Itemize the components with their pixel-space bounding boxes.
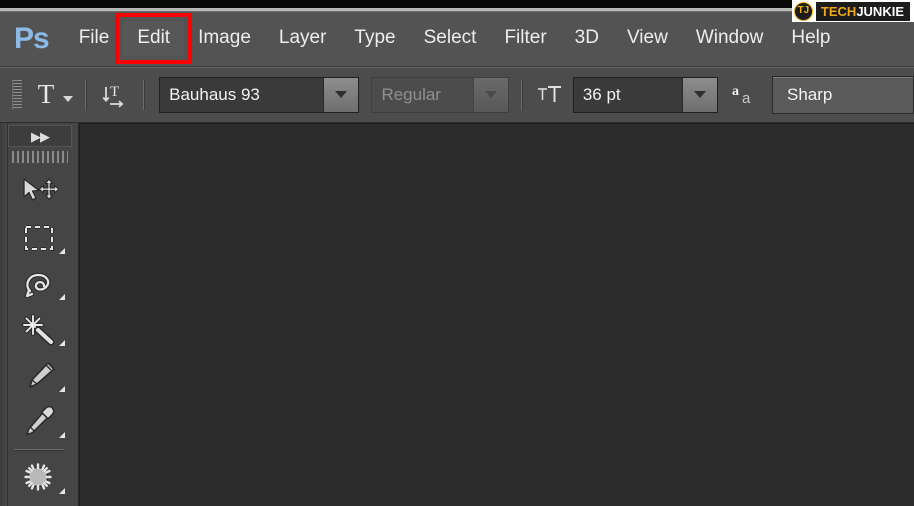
menu-item-filter[interactable]: Filter <box>490 21 560 56</box>
font-size-input[interactable]: 36 pt <box>573 77 682 112</box>
tools-panel-edge <box>0 123 8 506</box>
font-style-combo[interactable]: Regular <box>371 76 509 113</box>
type-tool-icon[interactable]: T <box>32 81 61 108</box>
chevron-down-icon <box>484 91 497 98</box>
chevron-down-icon[interactable] <box>63 95 74 102</box>
tool-lasso[interactable] <box>8 261 70 307</box>
divider <box>520 79 523 110</box>
watermark-text-tech: TECH <box>818 2 857 20</box>
tools-divider <box>14 449 64 451</box>
menu-item-edit[interactable]: Edit <box>115 13 193 64</box>
svg-text:a: a <box>742 90 751 107</box>
tool-options-bar: T T Bauhaus 93 Regular 36 pt a a Sharp <box>0 67 914 123</box>
techjunkie-watermark: TJ TECH JUNKIE <box>791 0 914 22</box>
font-family-input[interactable]: Bauhaus 93 <box>160 77 324 112</box>
techjunkie-wordmark: TECH JUNKIE <box>815 1 910 21</box>
options-bar-grip[interactable] <box>12 79 22 110</box>
divider <box>85 79 88 110</box>
font-family-combo[interactable]: Bauhaus 93 <box>159 76 360 113</box>
tool-flyout-indicator <box>59 432 65 438</box>
techjunkie-badge-icon: TJ <box>793 1 813 21</box>
tool-spot-healing-brush[interactable] <box>8 455 70 501</box>
svg-text:T: T <box>110 84 119 100</box>
font-style-dropdown-button[interactable] <box>472 77 508 112</box>
menu-item-window[interactable]: Window <box>682 21 778 56</box>
menu-item-3d[interactable]: 3D <box>561 21 613 56</box>
menu-item-help[interactable]: Help <box>777 21 844 56</box>
double-chevron-right-icon: ▶▶ <box>31 128 50 144</box>
chevron-down-icon <box>694 91 706 98</box>
tool-crop[interactable] <box>8 353 70 399</box>
font-style-input[interactable]: Regular <box>372 77 473 112</box>
menu-item-view[interactable]: View <box>613 21 682 56</box>
font-family-dropdown-button[interactable] <box>323 77 359 112</box>
techjunkie-badge-text: TJ <box>797 5 810 16</box>
menu-bar: Ps File Edit Image Layer Type Select Fil… <box>0 11 914 67</box>
anti-aliasing-combo[interactable]: Sharp <box>772 75 914 114</box>
tools-panel-drag-handle[interactable] <box>12 151 68 163</box>
tools-panel: ▶▶ <box>0 123 79 506</box>
menu-item-type[interactable]: Type <box>340 21 409 56</box>
tool-magic-wand[interactable] <box>8 307 70 353</box>
canvas-area[interactable] <box>79 123 914 506</box>
tools-list <box>8 169 70 506</box>
tool-flyout-indicator <box>59 294 65 300</box>
tool-flyout-indicator <box>59 248 65 254</box>
font-size-icon <box>535 80 565 110</box>
tool-eyedropper[interactable] <box>8 399 70 445</box>
chevron-down-icon <box>335 91 348 98</box>
menu-item-image[interactable]: Image <box>184 21 265 56</box>
tool-move[interactable] <box>8 169 70 215</box>
watermark-text-junkie: JUNKIE <box>856 2 907 20</box>
tool-rectangular-marquee[interactable] <box>8 215 70 261</box>
font-size-dropdown-button[interactable] <box>682 77 717 112</box>
photoshop-logo: Ps <box>14 21 50 55</box>
divider <box>143 79 146 110</box>
tool-flyout-indicator <box>59 488 65 494</box>
svg-text:a: a <box>732 84 739 99</box>
font-size-combo[interactable]: 36 pt <box>572 76 718 113</box>
collapse-panel-button[interactable]: ▶▶ <box>8 125 72 147</box>
toggle-text-orientation-icon[interactable]: T <box>99 79 131 111</box>
tool-brush[interactable] <box>8 501 70 506</box>
tool-flyout-indicator <box>59 340 65 346</box>
anti-aliasing-icon: a a <box>732 81 760 109</box>
menu-item-layer[interactable]: Layer <box>265 21 341 56</box>
menu-item-select[interactable]: Select <box>410 21 491 56</box>
anti-aliasing-value: Sharp <box>787 84 833 104</box>
tool-flyout-indicator <box>59 386 65 392</box>
photoshop-window: Ps File Edit Image Layer Type Select Fil… <box>0 0 914 506</box>
menu-item-file[interactable]: File <box>65 21 124 56</box>
